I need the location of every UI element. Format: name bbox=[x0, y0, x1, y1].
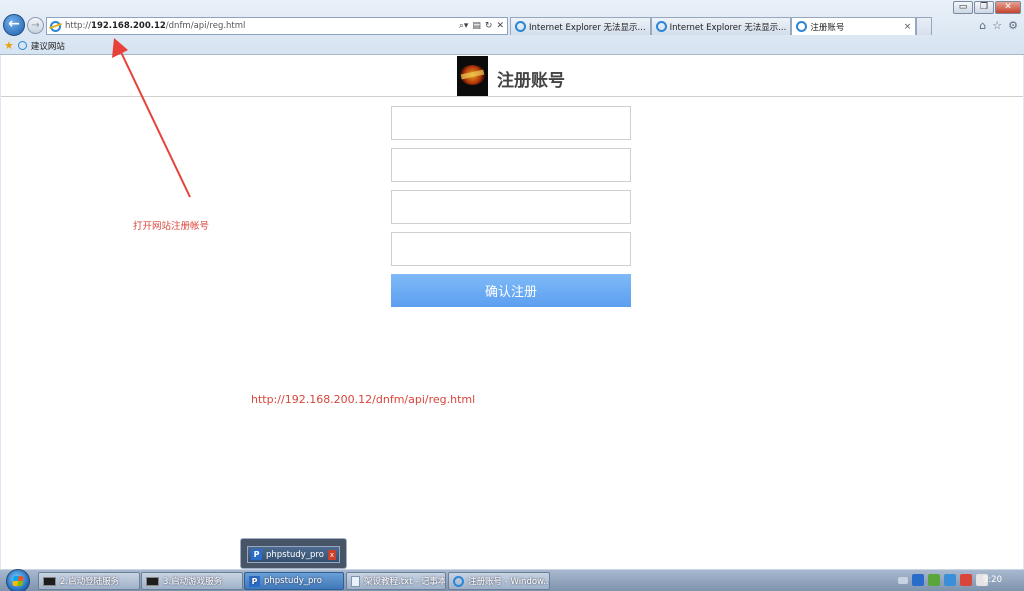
notepad-icon bbox=[351, 575, 360, 587]
phpstudy-icon: P bbox=[249, 575, 260, 587]
annotation-arrow bbox=[112, 38, 191, 198]
taskbar: 2.启动登陆服务 3.启动游戏服务 P phpstudy_pro 架设教程.tx… bbox=[0, 569, 1024, 591]
taskbar-thumbnail-preview[interactable]: P phpstudy_pro x bbox=[240, 538, 347, 569]
volume-icon[interactable] bbox=[960, 574, 972, 586]
system-tray bbox=[898, 574, 988, 586]
task-label: 3.启动游戏服务 bbox=[163, 577, 223, 587]
thumbnail-item[interactable]: P phpstudy_pro x bbox=[247, 546, 340, 563]
task-game-service[interactable]: 3.启动游戏服务 bbox=[141, 572, 243, 590]
keyboard-icon[interactable] bbox=[898, 576, 908, 584]
ie-task-icon bbox=[453, 575, 464, 587]
phpstudy-tray-icon[interactable] bbox=[912, 574, 924, 586]
start-button[interactable] bbox=[6, 569, 30, 591]
task-label: phpstudy_pro bbox=[264, 576, 322, 586]
task-notepad[interactable]: 架设教程.txt - 记事本 bbox=[346, 572, 446, 590]
task-ie-register[interactable]: 注册账号 - Window... bbox=[448, 572, 550, 590]
task-login-service[interactable]: 2.启动登陆服务 bbox=[38, 572, 140, 590]
task-label: 注册账号 - Window... bbox=[468, 577, 550, 587]
security-icon[interactable] bbox=[928, 574, 940, 586]
task-label: 架设教程.txt - 记事本 bbox=[364, 577, 446, 587]
task-phpstudy[interactable]: P phpstudy_pro bbox=[244, 572, 344, 590]
cmd-icon bbox=[146, 576, 159, 586]
task-label: 2.启动登陆服务 bbox=[60, 577, 120, 587]
thumbnail-close-icon[interactable]: x bbox=[327, 549, 336, 560]
network-icon[interactable] bbox=[944, 574, 956, 586]
thumbnail-label: phpstudy_pro bbox=[266, 549, 324, 560]
phpstudy-icon: P bbox=[251, 549, 262, 560]
taskbar-clock[interactable]: 9:20 bbox=[983, 575, 1002, 585]
cmd-icon bbox=[43, 576, 56, 586]
